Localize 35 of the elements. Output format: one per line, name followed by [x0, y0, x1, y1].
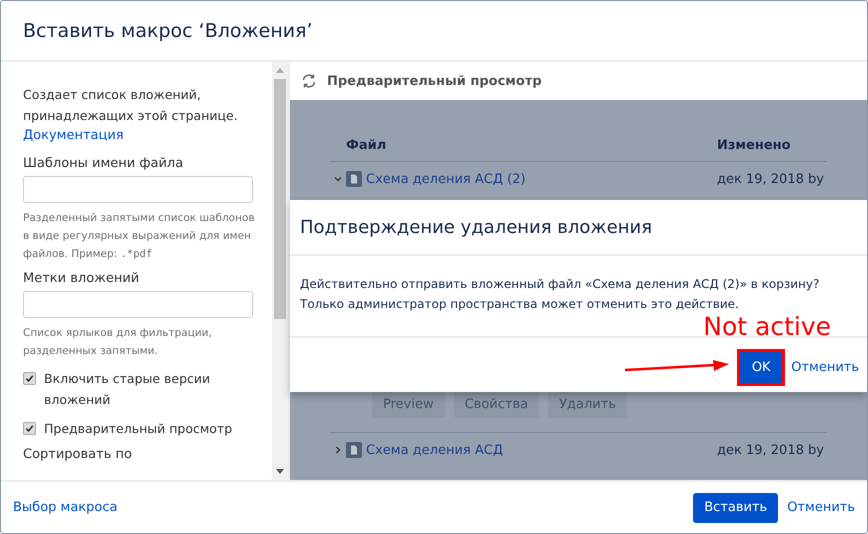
- column-header: Изменено: [717, 138, 792, 153]
- checkbox[interactable]: [23, 372, 36, 385]
- scrollbar[interactable]: [272, 62, 288, 480]
- checkbox[interactable]: [23, 422, 36, 435]
- dialog-title: Вставить макрос ‘Вложения’: [23, 20, 313, 42]
- checkbox-label: Предварительный просмотр: [44, 420, 234, 438]
- file-link[interactable]: Схема деления АСД (2): [366, 172, 526, 186]
- input-field[interactable]: [23, 291, 253, 318]
- cancel-link[interactable]: Отменить: [787, 500, 855, 515]
- field-hint: Список ярлыков для фильтрации, разделенных запятыми.: [23, 326, 213, 359]
- field-label: Метки вложений: [23, 270, 140, 288]
- checkbox-label: Включить старые версии вложений: [44, 370, 212, 409]
- macro-browser-link[interactable]: Выбор макроса: [13, 500, 118, 515]
- chevron-right-icon[interactable]: [334, 446, 342, 454]
- documentation-link[interactable]: Документация: [23, 126, 124, 146]
- field-label: Сортировать по: [23, 446, 132, 464]
- ok-button[interactable]: OK: [740, 352, 782, 382]
- file-link[interactable]: Схема деления АСД: [366, 442, 503, 458]
- file-icon: [346, 171, 362, 187]
- chevron-down-icon[interactable]: [334, 175, 342, 183]
- macro-description: Создает список вложений, принадлежащих этой странице.: [23, 86, 239, 125]
- input-field[interactable]: [23, 176, 253, 203]
- confirm-title: Подтверждение удаления вложения: [290, 200, 867, 256]
- refresh-icon[interactable]: [301, 73, 317, 89]
- field-label: Шаблоны имени файла: [23, 155, 184, 173]
- column-header: Файл: [345, 138, 388, 153]
- scroll-down-arrow-icon[interactable]: [276, 469, 284, 474]
- modified-date: дек 19, 2018 by: [717, 442, 825, 458]
- file-icon: [346, 442, 362, 458]
- field-hint: Разделенный запятыми список шаблонов в виде регулярных выражений для имен файлов. Пример: .*pdf: [23, 211, 256, 262]
- insert-button[interactable]: Вставить: [693, 492, 778, 522]
- modified-date: дек 19, 2018 by: [717, 172, 825, 186]
- annotation-text: Not active: [703, 314, 831, 340]
- preview-title: Предварительный просмотр: [327, 74, 542, 88]
- cancel-link[interactable]: Отменить: [791, 360, 859, 374]
